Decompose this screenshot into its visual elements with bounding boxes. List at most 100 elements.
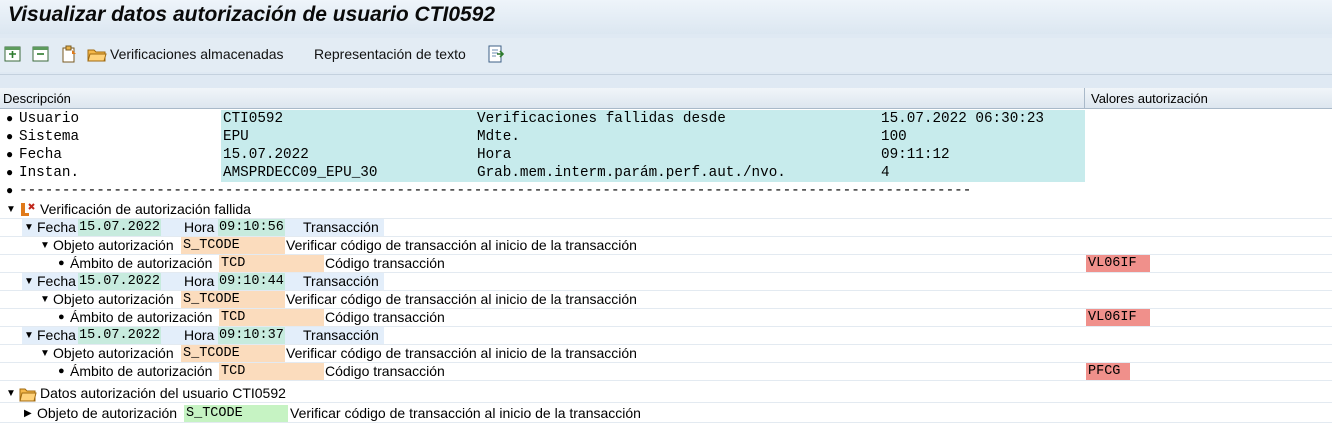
title-bar: Visualizar datos autorización de usuario… [0,0,1332,34]
toolbar: Verificaciones almacenadas Representació… [0,38,1332,72]
info-value-2: 4 [881,165,890,181]
expand-subtree-icon[interactable] [3,44,23,64]
failed-entry-date-row[interactable]: ▼ Fecha 15.07.2022 Hora 09:10:44 Transac… [0,273,1332,291]
info-label: Instan. [19,165,80,181]
info-value: EPU [223,129,249,145]
object-description: Verificar código de transacción al inici… [286,345,637,361]
info-value-2: 100 [881,129,907,145]
user-auth-object-row[interactable]: ▶ Objeto de autorización S_TCODE Verific… [0,405,1332,423]
field-value: TCD [221,364,246,379]
info-value-2: 15.07.2022 06:30:23 [881,111,1045,127]
info-highlight [221,146,1085,164]
failed-entry-object-row[interactable]: ▼ Objeto autorización S_TCODE Verificar … [0,237,1332,255]
expand-triangle-icon[interactable]: ▼ [40,237,50,254]
collapsed-triangle-icon[interactable]: ▶ [24,405,32,422]
info-row-date: ● Fecha 15.07.2022 Hora 09:11:12 [0,146,1332,164]
page-title: Visualizar datos autorización de usuario… [8,3,496,26]
info-value: 15.07.2022 [223,147,309,163]
date-label: Fecha [37,219,76,235]
info-row-instance: ● Instan. AMSPRDECC09_EPU_30 Grab.mem.in… [0,164,1332,182]
info-label-2: Verificaciones fallidas desde [477,111,726,127]
info-label: Sistema [19,129,80,145]
info-highlight [221,128,1085,146]
failed-entry-field-row[interactable]: ● Ámbito de autorización TCD Código tran… [0,363,1332,381]
open-folder-icon[interactable] [87,44,107,64]
failed-auth-value: PFCG [1086,363,1130,380]
field-value: TCD [221,310,246,325]
separator-line: ----------------------------------------… [19,183,969,199]
field-description: Código transacción [325,363,445,379]
kind-label: Transacción [303,327,379,343]
expand-triangle-icon[interactable]: ▼ [24,327,34,344]
object-label: Objeto autorización [53,237,174,253]
kind-label: Transacción [303,219,379,235]
info-row-user: ● Usuario CTI0592 Verificaciones fallida… [0,110,1332,128]
date-label: Fecha [37,327,76,343]
failed-auth-value: VL06IF [1086,309,1150,326]
info-value: AMSPRDECC09_EPU_30 [223,165,378,181]
date-value: 15.07.2022 [78,219,162,236]
object-label: Objeto autorización [53,345,174,361]
stored-checks-button[interactable]: Verificaciones almacenadas [110,46,284,62]
bullet-icon: ● [58,311,65,323]
bullet-icon: ● [58,365,65,377]
failed-entry-date-row[interactable]: ▼ Fecha 15.07.2022 Hora 09:10:56 Transac… [0,219,1332,237]
expand-triangle-icon[interactable]: ▼ [40,291,50,308]
failed-checks-node[interactable]: ▼ Verificación de autorización fallida [0,201,1332,219]
expand-triangle-icon[interactable]: ▼ [6,201,16,218]
failed-entry-object-row[interactable]: ▼ Objeto autorización S_TCODE Verificar … [0,291,1332,309]
date-label: Fecha [37,273,76,289]
field-label: Ámbito de autorización [70,309,213,325]
failed-auth-value: VL06IF [1086,255,1150,272]
time-value: 09:10:37 [218,327,285,344]
info-value: CTI0592 [223,111,284,127]
bullet-icon: ● [6,184,14,198]
field-description: Código transacción [325,255,445,271]
object-value: S_TCODE [183,292,240,307]
time-label: Hora [184,273,215,289]
bullet-icon: ● [6,130,14,144]
failed-entry-field-row[interactable]: ● Ámbito de autorización TCD Código tran… [0,309,1332,327]
node-title: Datos autorización del usuario CTI0592 [40,385,286,401]
open-folder-icon [19,386,37,402]
info-label: Fecha [19,147,62,163]
field-description: Código transacción [325,309,445,325]
expand-triangle-icon[interactable]: ▼ [40,345,50,362]
column-header-auth-values[interactable]: Valores autorización [1085,88,1332,109]
info-value-2: 09:11:12 [881,147,950,163]
text-representation-button[interactable]: Representación de texto [314,46,466,62]
column-header-description[interactable]: Descripción [0,88,1085,109]
field-value: TCD [221,256,246,271]
user-auth-data-node[interactable]: ▼ Datos autorización del usuario CTI0592 [0,385,1332,403]
time-value: 09:10:56 [218,219,285,236]
info-row-system: ● Sistema EPU Mdte. 100 [0,128,1332,146]
field-label: Ámbito de autorización [70,255,213,271]
info-label-2: Grab.mem.interm.parám.perf.aut./nvo. [477,165,786,181]
separator-row: ● --------------------------------------… [0,182,1085,200]
date-value: 15.07.2022 [78,327,162,344]
object-description: Verificar código de transacción al inici… [286,237,637,253]
bullet-icon: ● [6,166,14,180]
field-label: Ámbito de autorización [70,363,213,379]
failed-entry-date-row[interactable]: ▼ Fecha 15.07.2022 Hora 09:10:37 Transac… [0,327,1332,345]
collapse-subtree-icon[interactable] [31,44,51,64]
export-icon[interactable] [487,44,507,64]
expand-triangle-icon[interactable]: ▼ [6,385,16,402]
toolbar-divider [0,74,1332,75]
object-value: S_TCODE [183,346,240,361]
expand-triangle-icon[interactable]: ▼ [24,219,34,236]
expand-triangle-icon[interactable]: ▼ [24,273,34,290]
kind-label: Transacción [303,273,379,289]
info-label: Usuario [19,111,80,127]
info-label-2: Mdte. [477,129,520,145]
failed-check-icon [19,202,37,218]
failed-entry-field-row[interactable]: ● Ámbito de autorización TCD Código tran… [0,255,1332,273]
bullet-icon: ● [6,112,14,126]
failed-entry-object-row[interactable]: ▼ Objeto autorización S_TCODE Verificar … [0,345,1332,363]
authorization-tree-grid: Descripción Valores autorización ● Usuar… [0,88,1332,439]
object-value: S_TCODE [183,238,240,253]
object-label: Objeto de autorización [37,405,178,421]
object-label: Objeto autorización [53,291,174,307]
node-title: Verificación de autorización fallida [40,201,251,217]
choose-details-icon[interactable] [59,44,79,64]
